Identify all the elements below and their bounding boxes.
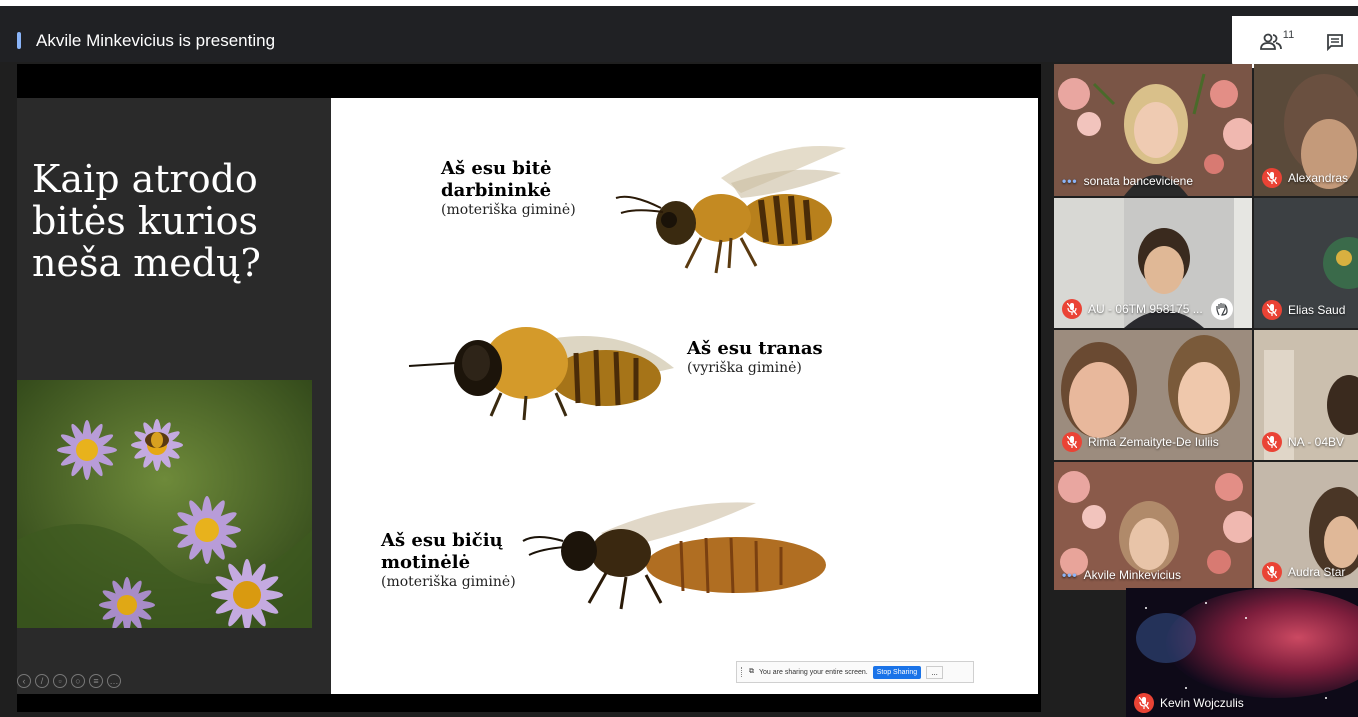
queen-bee-image [522,502,826,610]
share-status-text: You are sharing your entire screen. [759,668,868,676]
participant-name-row: ••• Akvile Minkevicius [1062,568,1181,582]
slide-title: Kaip atrodo bitės kurios neša medų? [32,157,261,285]
participant-name-row: Audra Star [1262,562,1345,582]
worker-bee-image [615,146,846,274]
worker-bee-gender: (moteriška giminė) [441,202,576,218]
top-bar: Akvile Minkevicius is presenting [0,6,1358,62]
meet-window: Akvile Minkevicius is presenting Kaip at… [0,6,1358,717]
drone-title: Aš esu tranas [687,338,823,359]
slide-right-panel: Aš esu bitė darbininkė (moteriška giminė… [331,98,1038,694]
mic-off-icon [1062,432,1082,452]
worker-bee-title-1: Aš esu bitė [441,158,552,179]
participant-name: Kevin Wojczulis [1160,696,1244,710]
participant-name-row: Elias Saud [1262,300,1345,320]
chat-icon [1327,34,1343,51]
participant-name-row: Rima Zemaityte-De Iuliis [1062,432,1219,452]
raised-hand-icon [1210,298,1233,320]
presenting-label: Akvile Minkevicius is presenting [36,31,276,50]
participant-tile-na[interactable]: NA - 04BV [1254,330,1358,460]
participant-name-row: ••• sonata banceviciene [1062,174,1193,188]
header-actions: 11 [1232,16,1358,68]
participant-name: AU - 06TM 958175 ... [1088,302,1203,316]
queen-gender: (moteriška giminė) [381,574,516,590]
aster-flower-photo [17,380,312,628]
queen-title-1: Aš esu bičių [381,530,503,551]
participant-tile-alexandras[interactable]: Alexandras [1254,64,1358,196]
share-icon: ⧉ [749,668,754,675]
top-edge [0,0,1358,6]
queen-caption: Aš esu bičių motinėlė (moteriška giminė) [381,530,516,591]
participant-name: sonata banceviciene [1083,174,1194,188]
participant-tile-akvile[interactable]: ••• Akvile Minkevicius [1054,462,1252,590]
people-count: 11 [1282,29,1295,41]
people-button[interactable]: 11 [1252,26,1302,58]
mic-off-icon [1262,168,1282,188]
screen-share-bar: ⧉ You are sharing your entire screen. St… [736,661,974,683]
participant-name: Audra Star [1288,565,1346,579]
drone-bee-image [408,327,674,421]
zoom-icon[interactable]: ○ [71,674,85,688]
participant-tile-au[interactable]: AU - 06TM 958175 ... [1054,198,1252,328]
worker-bee-caption: Aš esu bitė darbininkė (moteriška giminė… [441,158,576,219]
speaking-indicator-icon: ••• [1062,174,1078,188]
mic-off-icon [1062,299,1082,319]
participant-tile-elias[interactable]: Elias Saud [1254,198,1358,328]
slide-left-panel: Kaip atrodo bitės kurios neša medų? ‹ / … [17,98,331,694]
presenting-icon [17,32,21,49]
participant-name: Elias Saud [1288,303,1346,317]
stop-sharing-button[interactable]: Stop Sharing [872,665,922,679]
pen-icon[interactable]: / [35,674,49,688]
share-more-button[interactable]: ... [926,665,943,679]
more-icon[interactable]: … [107,674,121,688]
mic-off-icon [1262,562,1282,582]
participant-tile-audra[interactable]: Audra Star [1254,462,1358,590]
speaking-indicator-icon: ••• [1062,568,1078,582]
participant-tile-kevin[interactable]: Kevin Wojczulis [1126,588,1358,717]
participant-tile-rima[interactable]: Rima Zemaityte-De Iuliis [1054,330,1252,460]
participant-name-row: NA - 04BV [1262,432,1344,452]
mic-off-icon [1262,432,1282,452]
drag-handle-icon[interactable] [741,667,744,677]
participant-name: Akvile Minkevicius [1083,568,1181,582]
drone-caption: Aš esu tranas (vyriška giminė) [687,338,823,377]
previous-slide-icon[interactable]: ‹ [17,674,31,688]
participant-name-row: Kevin Wojczulis [1134,693,1244,713]
mic-off-icon [1134,693,1154,713]
participant-name: Rima Zemaityte-De Iuliis [1088,435,1219,449]
worker-bee-title-2: darbininkė [441,180,552,201]
slide-controls: ‹ / ▫ ○ ≡ … [17,674,121,688]
participant-name-row: Alexandras [1262,168,1348,188]
queen-title-2: motinėlė [381,552,471,573]
slides-icon[interactable]: ▫ [53,674,67,688]
people-icon [1259,33,1282,50]
participant-name-row: AU - 06TM 958175 ... [1062,298,1233,320]
mic-off-icon [1262,300,1282,320]
chat-button[interactable] [1318,26,1352,58]
participant-tile-sonata[interactable]: ••• sonata banceviciene [1054,64,1252,196]
menu-icon[interactable]: ≡ [89,674,103,688]
participant-name: Alexandras [1288,171,1349,185]
drone-gender: (vyriška giminė) [687,360,802,376]
participant-name: NA - 04BV [1288,435,1345,449]
